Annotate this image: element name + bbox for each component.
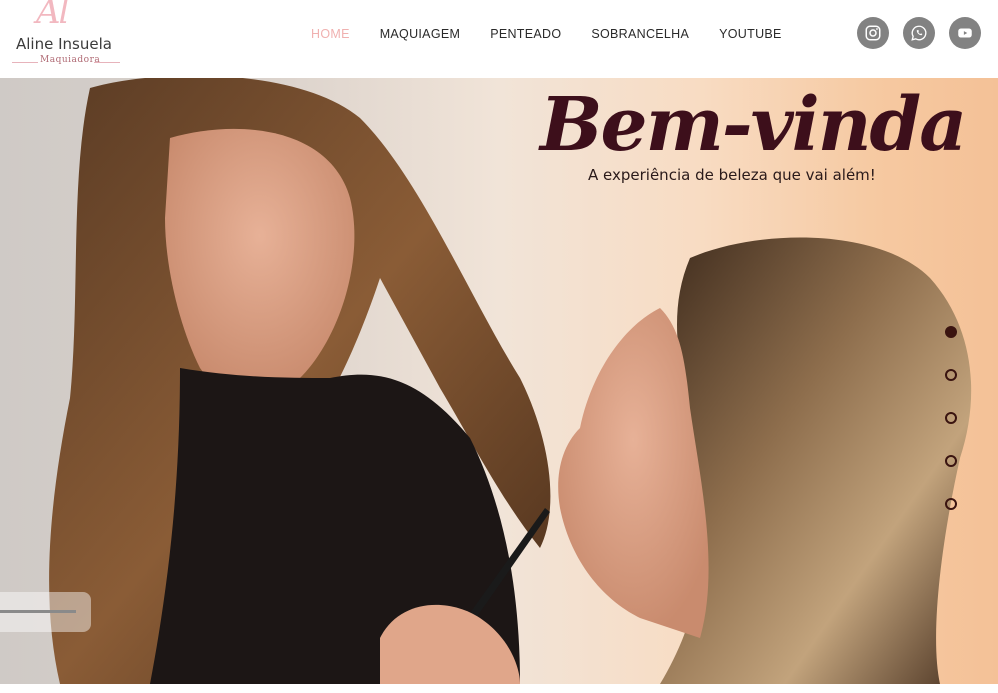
media-control-bar[interactable] — [0, 592, 91, 632]
social-links — [857, 17, 981, 49]
slide-dot-1[interactable] — [945, 326, 957, 338]
nav-item-sobrancelha[interactable]: SOBRANCELHA — [576, 24, 704, 44]
page-bottom-strip — [0, 684, 998, 693]
media-progress-track[interactable] — [0, 610, 76, 613]
slide-dot-4[interactable] — [945, 455, 957, 467]
logo-mark: Al — [36, 0, 69, 32]
slide-dot-5[interactable] — [945, 498, 957, 510]
nav-item-penteado[interactable]: PENTEADO — [475, 24, 576, 44]
main-nav: HOME MAQUIAGEM PENTEADO SOBRANCELHA YOUT… — [296, 24, 797, 44]
instagram-icon[interactable] — [857, 17, 889, 49]
nav-item-home[interactable]: HOME — [296, 24, 365, 44]
slide-dot-2[interactable] — [945, 369, 957, 381]
logo-divider-left — [12, 62, 38, 63]
logo[interactable]: Al Aline Insuela Maquiadora — [10, 0, 125, 72]
youtube-icon[interactable] — [949, 17, 981, 49]
slide-dot-3[interactable] — [945, 412, 957, 424]
logo-divider-right — [94, 62, 120, 63]
hero-subtitle: A experiência de beleza que vai além! — [588, 166, 876, 184]
nav-item-youtube[interactable]: YOUTUBE — [704, 24, 797, 44]
whatsapp-icon[interactable] — [903, 17, 935, 49]
slide-indicators — [945, 326, 957, 510]
hero-title: Bem-vinda — [540, 82, 967, 168]
logo-name: Aline Insuela — [16, 35, 112, 53]
nav-item-maquiagem[interactable]: MAQUIAGEM — [365, 24, 475, 44]
site-header: Al Aline Insuela Maquiadora HOME MAQUIAG… — [0, 0, 998, 78]
hero-slideshow: Bem-vinda A experiência de beleza que va… — [0, 78, 998, 684]
logo-subtitle: Maquiadora — [40, 55, 101, 65]
